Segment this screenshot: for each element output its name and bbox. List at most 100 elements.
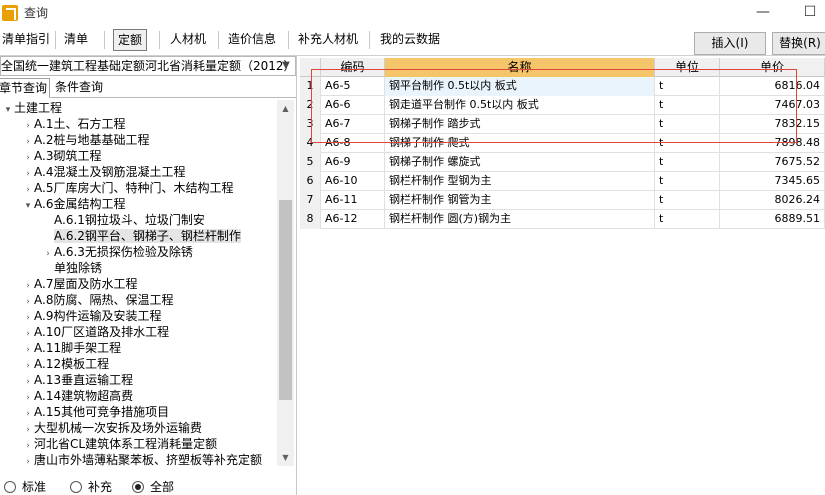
tree-item[interactable]: 单独除锈 — [42, 260, 102, 276]
cell-unit[interactable]: t — [655, 77, 720, 96]
cell-price[interactable]: 7345.65 — [720, 172, 825, 191]
cell-code[interactable]: A6-12 — [321, 210, 385, 229]
tree-item[interactable]: › A.4混凝土及钢筋混凝土工程 — [22, 164, 185, 180]
cell-code[interactable]: A6-11 — [321, 191, 385, 210]
scroll-thumb[interactable] — [279, 200, 292, 400]
row-number: 1 — [300, 77, 321, 96]
cell-price[interactable]: 7467.03 — [720, 96, 825, 115]
row-number: 6 — [300, 172, 321, 191]
cell-unit[interactable]: t — [655, 153, 720, 172]
grid-header: 编码 名称 单位 单价 — [300, 58, 825, 77]
tree-item[interactable]: › A.8防腐、隔热、保温工程 — [22, 292, 173, 308]
radio-standard[interactable]: 标准 — [4, 478, 46, 495]
tab-chapter-query[interactable]: 章节查询 — [0, 78, 51, 98]
cell-price[interactable]: 7675.52 — [720, 153, 825, 172]
table-row[interactable]: 1 A6-5 钢平台制作 0.5t以内 板式 t 6816.04 — [300, 77, 825, 96]
tab-condition-query[interactable]: 条件查询 — [53, 78, 105, 98]
tree-item[interactable]: › A.9构件运输及安装工程 — [22, 308, 161, 324]
app-icon — [2, 4, 18, 21]
tree-item[interactable]: › A.7屋面及防水工程 — [22, 276, 137, 292]
chapter-tree: ▾ 土建工程 › A.1土、石方工程 › A.2桩与地基基础工程 › A.3砌筑工程 ›… — [0, 100, 276, 466]
radio-circle[interactable] — [4, 480, 16, 493]
tree-item[interactable]: › A.6.3无损探伤检验及除锈 — [42, 244, 193, 260]
cell-code[interactable]: A6-5 — [321, 77, 385, 96]
cell-price[interactable]: 8026.24 — [720, 191, 825, 210]
cell-name[interactable]: 钢栏杆制作 圆(方)钢为主 — [385, 210, 655, 229]
cell-code[interactable]: A6-10 — [321, 172, 385, 191]
minimize-button[interactable]: — — [748, 2, 778, 22]
radio-circle[interactable] — [70, 480, 82, 493]
cell-unit[interactable]: t — [655, 115, 720, 134]
tree-item[interactable]: ▾ A.6金属结构工程 — [22, 196, 126, 214]
cell-code[interactable]: A6-8 — [321, 134, 385, 153]
table-row[interactable]: 7 A6-11 钢栏杆制作 钢管为主 t 8026.24 — [300, 191, 825, 210]
tree-item[interactable]: › 大型机械一次安拆及场外运输费 — [22, 420, 202, 436]
replace-button[interactable]: 替换(R) — [772, 32, 825, 55]
tree-scrollbar[interactable]: ▲ ▼ — [277, 100, 294, 466]
cell-code[interactable]: A6-7 — [321, 115, 385, 134]
tree-item[interactable]: › 唐山市外墙薄粘聚苯板、挤塑板等补充定额 — [22, 452, 262, 466]
expand-icon[interactable]: › — [22, 454, 34, 466]
cell-price[interactable]: 7832.15 — [720, 115, 825, 134]
cell-price[interactable]: 7898.48 — [720, 134, 825, 153]
tree-item[interactable]: › A.12模板工程 — [22, 356, 109, 372]
expand-icon[interactable]: ▾ — [22, 198, 34, 214]
maximize-button[interactable]: ☐ — [795, 2, 825, 22]
tab-bill[interactable]: 清单 — [60, 29, 92, 51]
cell-name[interactable]: 钢走道平台制作 0.5t以内 板式 — [385, 96, 655, 115]
tree-item[interactable]: ▾ 土建工程 — [2, 100, 62, 116]
table-row[interactable]: 3 A6-7 钢梯子制作 踏步式 t 7832.15 — [300, 115, 825, 134]
tree-item[interactable]: › A.1土、石方工程 — [22, 116, 125, 132]
tree-item[interactable]: › A.13垂直运输工程 — [22, 372, 133, 388]
expand-icon[interactable]: ▾ — [2, 102, 14, 118]
tab-my-cloud-data[interactable]: 我的云数据 — [376, 29, 444, 51]
cell-name[interactable]: 钢栏杆制作 型钢为主 — [385, 172, 655, 191]
cell-unit[interactable]: t — [655, 134, 720, 153]
cell-unit[interactable]: t — [655, 172, 720, 191]
cell-unit[interactable]: t — [655, 96, 720, 115]
tab-supplement-lmm[interactable]: 补充人材机 — [294, 29, 362, 51]
tab-cost-info[interactable]: 造价信息 — [224, 29, 280, 51]
tree-item[interactable]: › A.3砌筑工程 — [22, 148, 101, 164]
cell-code[interactable]: A6-6 — [321, 96, 385, 115]
cell-unit[interactable]: t — [655, 210, 720, 229]
cell-price[interactable]: 6889.51 — [720, 210, 825, 229]
tree-item[interactable]: › A.11脚手架工程 — [22, 340, 121, 356]
scroll-up-icon[interactable]: ▲ — [277, 100, 294, 117]
header-price[interactable]: 单价 — [720, 58, 825, 77]
tree-item[interactable]: A.6.1钢拉圾斗、垃圾门制安 — [42, 212, 205, 228]
tree-item[interactable]: › A.15其他可竞争措施项目 — [22, 404, 169, 420]
cell-name[interactable]: 钢平台制作 0.5t以内 板式 — [385, 77, 655, 96]
cell-name[interactable]: 钢梯子制作 爬式 — [385, 134, 655, 153]
chevron-down-icon[interactable]: ▼ — [279, 57, 293, 75]
radio-supplement[interactable]: 补充 — [70, 478, 112, 495]
tab-bill-guide[interactable]: 清单指引 — [0, 29, 54, 51]
tab-labor-material-machine[interactable]: 人材机 — [166, 29, 210, 51]
tree-item[interactable]: › 河北省CL建筑体系工程消耗量定额 — [22, 436, 217, 452]
tab-quota[interactable]: 定额 — [113, 29, 148, 51]
scroll-down-icon[interactable]: ▼ — [277, 449, 294, 466]
tree-item[interactable]: › A.2桩与地基基础工程 — [22, 132, 149, 148]
tree-item[interactable]: › A.14建筑物超高费 — [22, 388, 133, 404]
cell-name[interactable]: 钢梯子制作 螺旋式 — [385, 153, 655, 172]
table-row[interactable]: 8 A6-12 钢栏杆制作 圆(方)钢为主 t 6889.51 — [300, 210, 825, 229]
insert-button[interactable]: 插入(I) — [694, 32, 766, 55]
table-row[interactable]: 2 A6-6 钢走道平台制作 0.5t以内 板式 t 7467.03 — [300, 96, 825, 115]
table-row[interactable]: 6 A6-10 钢栏杆制作 型钢为主 t 7345.65 — [300, 172, 825, 191]
header-name[interactable]: 名称 — [385, 58, 655, 77]
table-row[interactable]: 4 A6-8 钢梯子制作 爬式 t 7898.48 — [300, 134, 825, 153]
radio-circle-selected[interactable] — [132, 480, 144, 493]
header-code[interactable]: 编码 — [321, 58, 385, 77]
cell-name[interactable]: 钢栏杆制作 钢管为主 — [385, 191, 655, 210]
cell-code[interactable]: A6-9 — [321, 153, 385, 172]
tree-item[interactable]: › A.10厂区道路及排水工程 — [22, 324, 169, 340]
cell-price[interactable]: 6816.04 — [720, 77, 825, 96]
cell-unit[interactable]: t — [655, 191, 720, 210]
tree-item[interactable]: › A.5厂库房大门、特种门、木结构工程 — [22, 180, 233, 196]
tree-item-selected[interactable]: A.6.2钢平台、钢梯子、钢栏杆制作 — [42, 228, 241, 244]
cell-name[interactable]: 钢梯子制作 踏步式 — [385, 115, 655, 134]
quota-library-select[interactable]: 全国统一建筑工程基础定额河北省消耗量定额（2012） ▼ — [0, 56, 296, 76]
header-unit[interactable]: 单位 — [655, 58, 720, 77]
table-row[interactable]: 5 A6-9 钢梯子制作 螺旋式 t 7675.52 — [300, 153, 825, 172]
radio-all[interactable]: 全部 — [132, 478, 174, 495]
